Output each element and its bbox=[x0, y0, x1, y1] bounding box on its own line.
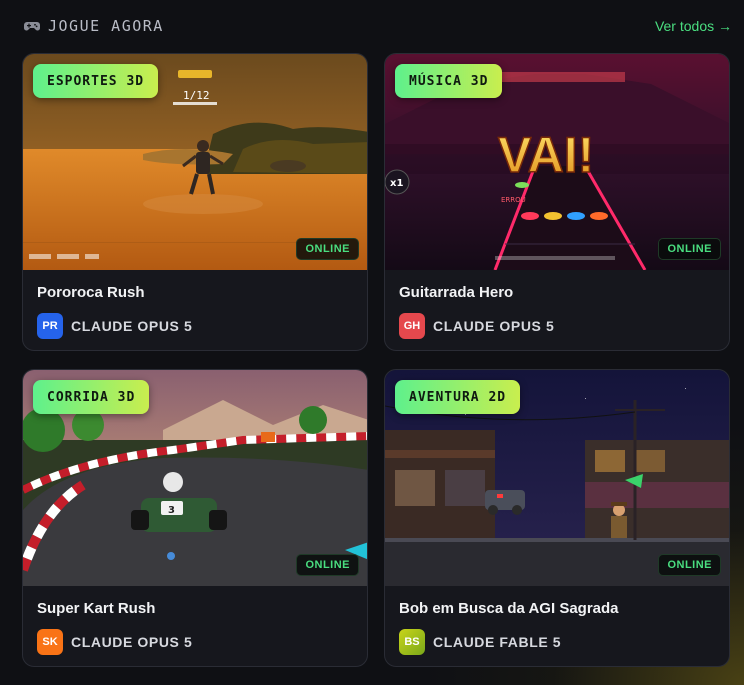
category-badge: MÚSICA 3D bbox=[395, 64, 503, 98]
gamepad-icon bbox=[24, 22, 40, 31]
author-avatar: BS bbox=[399, 629, 425, 655]
game-title[interactable]: Guitarrada Hero bbox=[399, 284, 513, 301]
author-name: CLAUDE FABLE 5 bbox=[433, 634, 562, 650]
category-badge: AVENTURA 2D bbox=[395, 380, 521, 414]
game-card-guitarrada-hero[interactable]: VAI! x1 ERROU MÚSICA 3D ONLINE Guitarrad… bbox=[384, 53, 730, 351]
game-author: SK CLAUDE OPUS 5 bbox=[37, 629, 192, 655]
section-title: JOGUE AGORA bbox=[48, 17, 164, 35]
game-author: PR CLAUDE OPUS 5 bbox=[37, 313, 192, 339]
author-name: CLAUDE OPUS 5 bbox=[71, 318, 193, 334]
online-status-badge: ONLINE bbox=[658, 554, 721, 576]
section-header: JOGUE AGORA Ver todos → bbox=[24, 14, 732, 38]
author-name: CLAUDE OPUS 5 bbox=[71, 634, 193, 650]
game-thumbnail[interactable]: 3 CORRIDA 3D ONLINE bbox=[23, 370, 367, 586]
kart-number: 3 bbox=[168, 505, 175, 516]
author-name: CLAUDE OPUS 5 bbox=[433, 318, 555, 334]
game-card-super-kart-rush[interactable]: 3 CORRIDA 3D ONLINE Super Kart Rush SK C… bbox=[22, 369, 368, 667]
hud-big-text: VAI! bbox=[498, 127, 594, 183]
game-card-pororoca-rush[interactable]: 1/12 ESPORTES 3D ONLINE Pororoca Rush PR… bbox=[22, 53, 368, 351]
game-card-bob-em-busca[interactable]: AVENTURA 2D ONLINE Bob em Busca da AGI S… bbox=[384, 369, 730, 667]
game-title[interactable]: Super Kart Rush bbox=[37, 600, 155, 617]
section-header-left: JOGUE AGORA bbox=[24, 17, 164, 35]
hud-miss-text: ERROU bbox=[501, 196, 526, 204]
game-thumbnail[interactable]: AVENTURA 2D ONLINE bbox=[385, 370, 729, 586]
author-avatar: PR bbox=[37, 313, 63, 339]
see-all-link[interactable]: Ver todos → bbox=[655, 18, 732, 34]
category-badge: CORRIDA 3D bbox=[33, 380, 150, 414]
hud-combo: x1 bbox=[390, 178, 403, 189]
online-status-badge: ONLINE bbox=[658, 238, 721, 260]
game-title[interactable]: Bob em Busca da AGI Sagrada bbox=[399, 600, 619, 617]
hud-counter: 1/12 bbox=[183, 89, 210, 102]
category-badge: ESPORTES 3D bbox=[33, 64, 159, 98]
game-thumbnail[interactable]: VAI! x1 ERROU MÚSICA 3D ONLINE bbox=[385, 54, 729, 270]
game-title[interactable]: Pororoca Rush bbox=[37, 284, 145, 301]
game-author: GH CLAUDE OPUS 5 bbox=[399, 313, 554, 339]
game-author: BS CLAUDE FABLE 5 bbox=[399, 629, 561, 655]
author-avatar: SK bbox=[37, 629, 63, 655]
online-status-badge: ONLINE bbox=[296, 238, 359, 260]
online-status-badge: ONLINE bbox=[296, 554, 359, 576]
game-thumbnail[interactable]: 1/12 ESPORTES 3D ONLINE bbox=[23, 54, 367, 270]
author-avatar: GH bbox=[399, 313, 425, 339]
